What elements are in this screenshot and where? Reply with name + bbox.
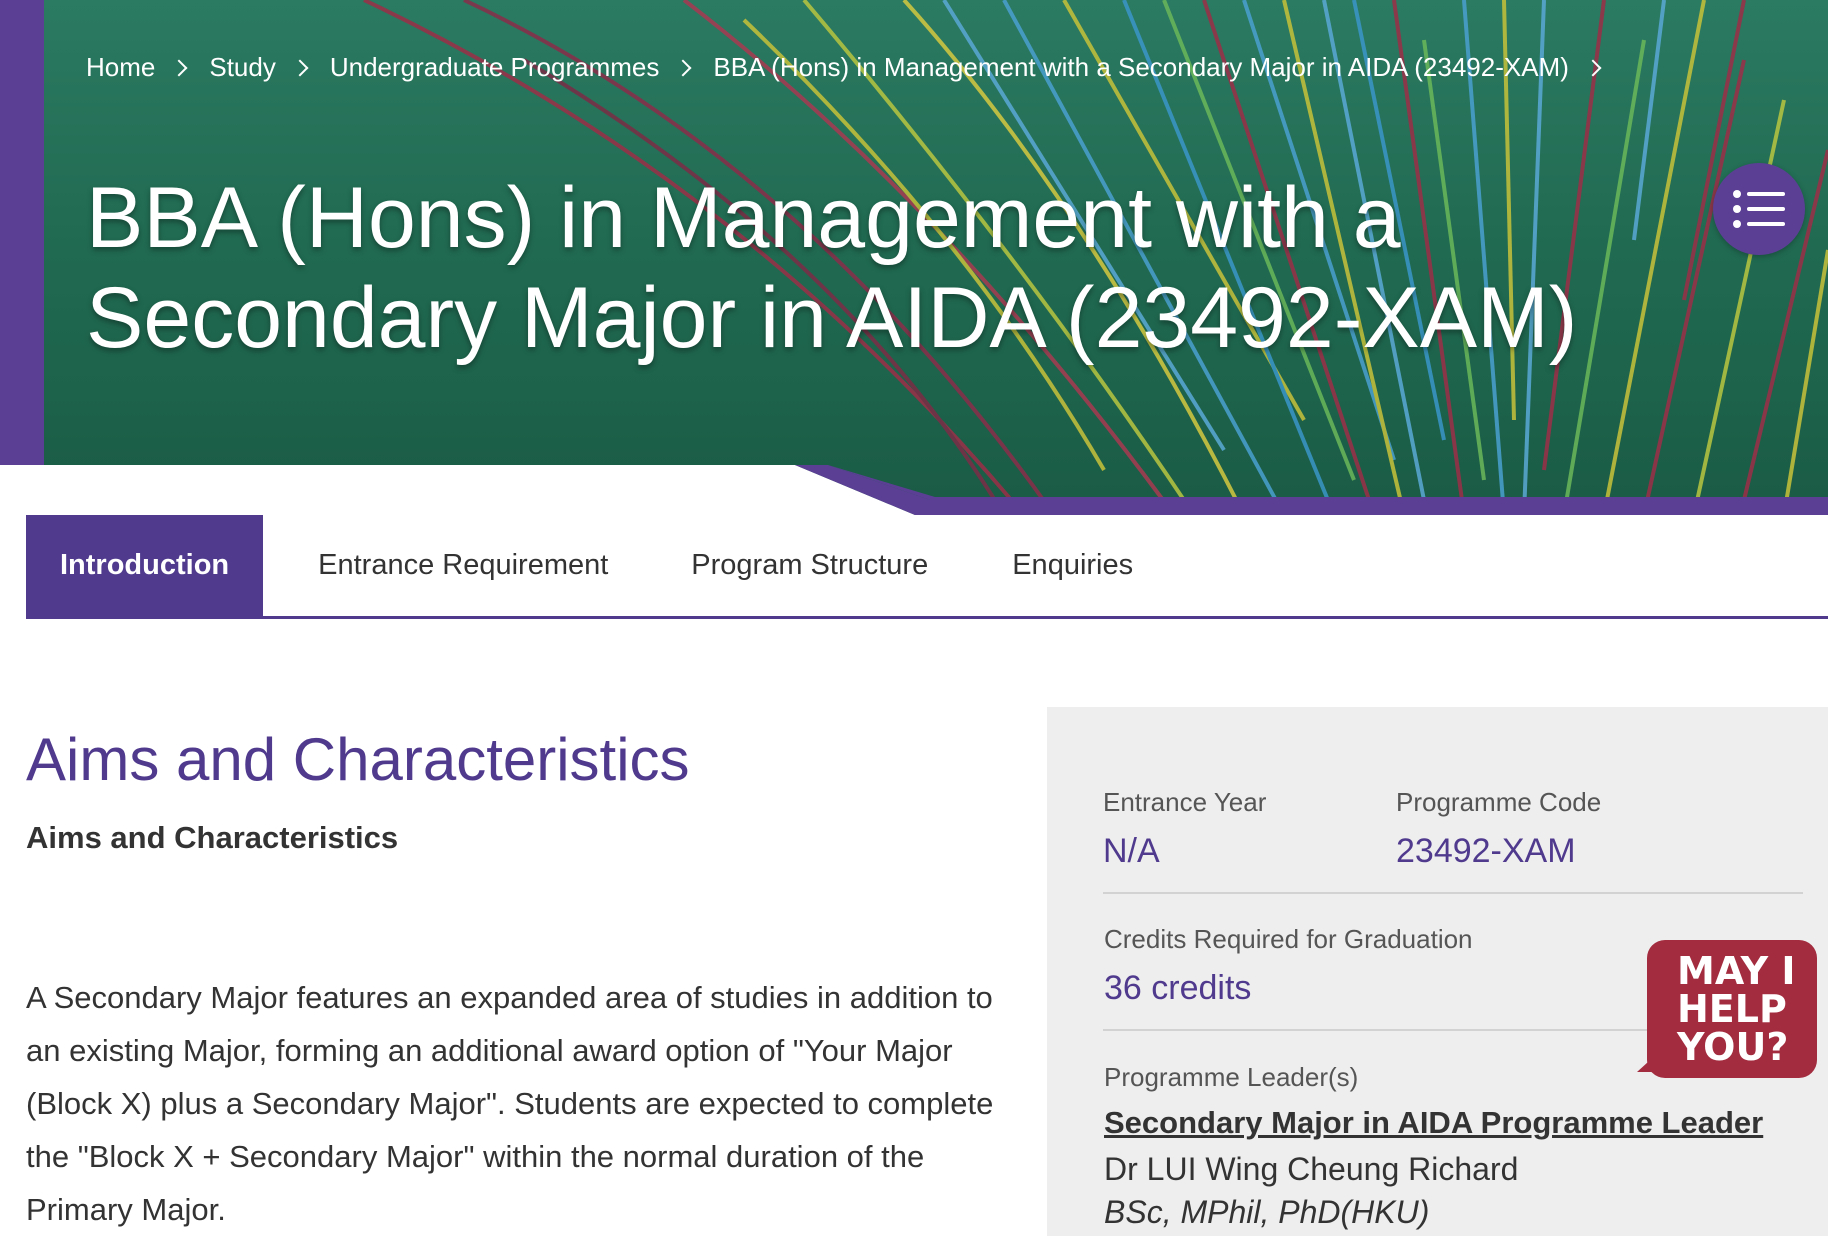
programme-code-label: Programme Code (1396, 787, 1602, 817)
breadcrumb-undergraduate-link[interactable]: Undergraduate Programmes (330, 52, 660, 83)
breadcrumb-current-page[interactable]: BBA (Hons) in Management with a Secondar… (713, 52, 1569, 83)
breadcrumb-home-link[interactable]: Home (86, 52, 155, 83)
table-of-contents-button[interactable] (1713, 163, 1805, 255)
section-heading: Aims and Characteristics (26, 726, 690, 793)
chevron-right-icon (674, 59, 692, 76)
breadcrumb-study-link[interactable]: Study (209, 52, 276, 83)
tab-program-structure[interactable]: Program Structure (655, 515, 964, 616)
programme-code-field: Programme Code 23492-XAM (1396, 787, 1828, 871)
chevron-right-icon (291, 59, 309, 76)
list-icon (1733, 190, 1785, 228)
page-title: BBA (Hons) in Management with a Secondar… (86, 168, 1686, 368)
programme-leader-link[interactable]: Secondary Major in AIDA Programme Leader (1104, 1105, 1763, 1141)
main-content: Aims and Characteristics Aims and Charac… (26, 720, 1016, 1236)
help-line1: MAY I (1677, 949, 1796, 993)
divider (1103, 892, 1803, 894)
tab-introduction[interactable]: Introduction (26, 515, 264, 616)
may-i-help-you-button[interactable]: MAY I HELP YOU? (1637, 940, 1817, 1078)
chevron-right-icon (170, 59, 188, 76)
section-subheading: Aims and Characteristics (26, 820, 399, 855)
chevron-right-icon (1584, 59, 1602, 76)
programme-leader-name: Dr LUI Wing Cheung Richard (1104, 1151, 1519, 1187)
tab-enquiries[interactable]: Enquiries (976, 515, 1169, 616)
tab-entrance-requirement[interactable]: Entrance Requirement (282, 515, 644, 616)
help-line2: HELP (1677, 987, 1787, 1031)
breadcrumb: Home Study Undergraduate Programmes BBA … (86, 52, 1623, 83)
programme-code-value: 23492-XAM (1396, 832, 1576, 870)
section-body-text: A Secondary Major features an expanded a… (26, 980, 994, 1227)
hero-banner: Home Study Undergraduate Programmes BBA … (0, 0, 1828, 515)
section-tabs: Introduction Entrance Requirement Progra… (26, 515, 1828, 619)
page-title-line2: Secondary Major in AIDA (23492-XAM) (86, 270, 1578, 366)
help-line3: YOU? (1677, 1025, 1789, 1069)
speech-bubble-tail (1637, 1052, 1659, 1072)
programme-leader-qualifications: BSc, MPhil, PhD(HKU) (1104, 1194, 1430, 1230)
programme-leader-field: Programme Leader(s) Secondary Major in A… (1104, 1062, 1804, 1231)
page-title-line1: BBA (Hons) in Management with a (86, 170, 1401, 266)
